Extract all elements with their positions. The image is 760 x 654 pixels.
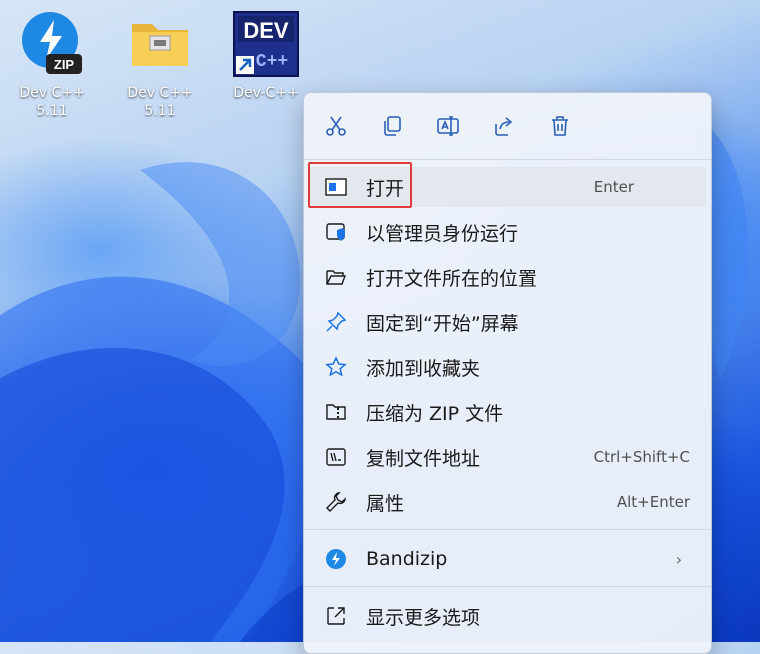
rename-icon [437, 116, 459, 136]
menu-item-bandizip[interactable]: Bandizip › [308, 539, 706, 579]
delete-button[interactable] [542, 111, 578, 141]
desktop-icon-label: Dev-C++ [233, 85, 299, 101]
menu-item-label: 压缩为 ZIP 文件 [366, 402, 504, 425]
pin-icon [324, 310, 348, 334]
folder-open-icon [324, 265, 348, 289]
bandizip-zip-icon: ZIP [22, 12, 82, 74]
context-menu-toolbar [304, 93, 711, 159]
copy-button[interactable] [374, 111, 410, 141]
wrench-icon [324, 490, 348, 514]
menu-item-label: 以管理员身份运行 [366, 222, 519, 245]
menu-item-compress-zip[interactable]: 压缩为 ZIP 文件 [308, 392, 706, 432]
menu-item-properties[interactable]: 属性 Alt+Enter [308, 482, 706, 522]
menu-item-shortcut: Ctrl+Shift+C [593, 448, 690, 466]
zip-folder-icon [324, 400, 348, 424]
separator [304, 586, 711, 587]
menu-item-label: 固定到“开始”屏幕 [366, 312, 519, 335]
menu-item-label: 属性 [366, 492, 405, 515]
copy-path-icon [324, 445, 348, 469]
menu-item-open-location[interactable]: 打开文件所在的位置 [308, 257, 706, 297]
chevron-right-icon: › [675, 549, 682, 569]
menu-item-label: 复制文件地址 [366, 447, 481, 470]
menu-item-show-more-options[interactable]: 显示更多选项 [308, 596, 706, 636]
menu-item-label: 显示更多选项 [366, 606, 481, 629]
separator [304, 529, 711, 530]
menu-item-pin-to-start[interactable]: 固定到“开始”屏幕 [308, 302, 706, 342]
bandizip-icon [324, 547, 348, 571]
svg-text:C++: C++ [256, 52, 288, 72]
desktop-icon-label: Dev C++ 5.11 [19, 85, 85, 119]
cut-icon [326, 116, 346, 136]
folder-icon [132, 24, 188, 66]
menu-item-label: Bandizip [366, 548, 448, 570]
desktop-icon-label: Dev C++ 5.11 [127, 85, 193, 119]
rename-button[interactable] [430, 111, 466, 141]
star-icon [324, 355, 348, 379]
desktop-icon-devcpp-folder[interactable]: Dev C++ 5.11 [118, 10, 202, 120]
menu-item-add-to-favorites[interactable]: 添加到收藏夹 [308, 347, 706, 387]
more-options-icon [324, 604, 348, 628]
cut-button[interactable] [318, 111, 354, 141]
menu-item-label: 添加到收藏夹 [366, 357, 481, 380]
menu-item-label: 打开文件所在的位置 [366, 267, 538, 290]
svg-text:DEV: DEV [243, 18, 289, 43]
menu-item-run-as-admin[interactable]: 以管理员身份运行 [308, 212, 706, 252]
copy-icon [384, 116, 401, 136]
admin-shield-icon [324, 220, 348, 244]
separator [304, 159, 711, 160]
context-menu: 打开 Enter 以管理员身份运行 打开文件所在的位置 固定到“开始”屏幕 添加… [303, 92, 712, 654]
devcpp-shortcut-icon: DEV C++ [233, 11, 299, 77]
desktop-icon-devcpp-shortcut[interactable]: DEV C++ Dev-C++ [224, 10, 308, 102]
svg-text:ZIP: ZIP [54, 57, 75, 72]
menu-item-copy-path[interactable]: 复制文件地址 Ctrl+Shift+C [308, 437, 706, 477]
menu-item-shortcut: Enter [593, 178, 634, 196]
desktop-icon-devcpp-zip[interactable]: ZIP Dev C++ 5.11 [10, 10, 94, 120]
share-icon [495, 117, 513, 136]
share-button[interactable] [486, 111, 522, 141]
open-item-highlight-box [308, 162, 412, 208]
menu-item-shortcut: Alt+Enter [616, 493, 690, 511]
delete-icon [552, 116, 568, 136]
